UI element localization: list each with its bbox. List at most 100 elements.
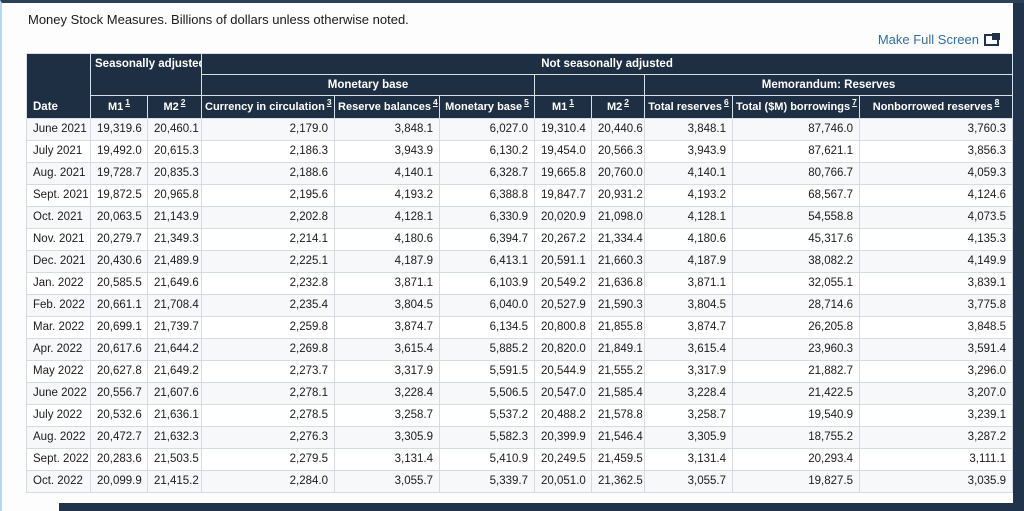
footnote-link-2b[interactable]: 2	[624, 97, 629, 107]
date-cell: Mar. 2022	[26, 316, 91, 339]
value-cell: 3,804.5	[644, 294, 734, 317]
footnote-link-1[interactable]: 1	[125, 97, 130, 107]
date-cell: Oct. 2022	[26, 470, 91, 493]
value-cell: 20,820.0	[534, 338, 593, 361]
value-cell: 20,544.9	[534, 360, 593, 383]
footnote-link-7[interactable]: 7	[852, 97, 857, 107]
money-stock-table-body: June 2021 19,319.6 20,460.1 2,179.0 3,848.1 6…	[26, 118, 1014, 493]
value-cell: 3,856.3	[859, 140, 1014, 163]
value-cell: 21,708.4	[146, 294, 203, 317]
value-cell: 21,607.6	[146, 382, 203, 405]
column-header-m2-sa: M2 2	[146, 95, 203, 119]
value-cell: 20,063.5	[90, 206, 148, 229]
value-cell: 21,422.5	[732, 382, 861, 405]
value-cell: 21,660.3	[591, 250, 646, 273]
footnote-link-6[interactable]: 6	[724, 97, 729, 107]
value-cell: 4,128.1	[644, 206, 734, 229]
table-row: July 2022 20,532.6 21,636.1 2,278.5 3,258.7 5…	[26, 404, 1014, 427]
column-header-date: Date	[26, 53, 91, 119]
value-cell: 3,055.7	[334, 470, 441, 493]
vertical-scrollbar[interactable]	[1013, 3, 1024, 511]
value-cell: 23,960.3	[732, 338, 861, 361]
value-cell: 20,931.2	[591, 184, 646, 207]
column-label: Total ($M) borrowings	[736, 101, 851, 113]
value-cell: 4,193.2	[644, 184, 734, 207]
value-cell: 21,739.7	[146, 316, 203, 339]
date-cell: Apr. 2022	[26, 338, 91, 361]
value-cell: 20,627.8	[90, 360, 148, 383]
date-cell: Dec. 2021	[26, 250, 91, 273]
header-row-groups-1: Date Seasonally adjusted Not seasonally …	[26, 53, 1014, 119]
table-row: Apr. 2022 20,617.6 21,644.2 2,269.8 3,615.4 5…	[26, 338, 1014, 361]
value-cell: 2,186.3	[201, 140, 336, 163]
value-cell: 3,111.1	[859, 448, 1014, 471]
value-cell: 4,073.5	[859, 206, 1014, 229]
value-cell: 19,827.5	[732, 470, 861, 493]
table-row: Sept. 2021 19,872.5 20,965.8 2,195.6 4,193.2…	[26, 184, 1014, 207]
value-cell: 21,362.5	[591, 470, 646, 493]
value-cell: 32,055.1	[732, 272, 861, 295]
footnote-link-5[interactable]: 5	[524, 97, 529, 107]
make-full-screen-link[interactable]: Make Full Screen	[878, 32, 1000, 47]
value-cell: 20,099.9	[90, 470, 148, 493]
make-full-screen-label: Make Full Screen	[877, 32, 979, 47]
footnote-link-2[interactable]: 2	[181, 97, 186, 107]
value-cell: 21,632.3	[146, 426, 203, 449]
column-header-m1-sa: M1 1	[90, 95, 148, 119]
value-cell: 21,334.4	[591, 228, 646, 251]
value-cell: 19,319.6	[90, 118, 148, 141]
value-cell: 3,943.9	[644, 140, 734, 163]
value-cell: 6,328.7	[439, 162, 536, 185]
header-monetary-base: Monetary base	[201, 74, 536, 96]
value-cell: 3,760.3	[859, 118, 1014, 141]
value-cell: 20,399.9	[534, 426, 593, 449]
footnote-link-8[interactable]: 8	[995, 97, 1000, 107]
table-header: Date Seasonally adjusted Not seasonally …	[26, 53, 1014, 119]
date-cell: July 2022	[26, 404, 91, 427]
value-cell: 20,835.3	[146, 162, 203, 185]
value-cell: 19,310.4	[534, 118, 593, 141]
value-cell: 2,202.8	[201, 206, 336, 229]
footnote-link-3[interactable]: 3	[327, 97, 332, 107]
date-cell: June 2022	[26, 382, 91, 405]
value-cell: 3,258.7	[334, 404, 441, 427]
value-cell: 19,847.7	[534, 184, 593, 207]
value-cell: 3,317.9	[334, 360, 441, 383]
column-label: Nonborrowed reserves	[872, 101, 993, 113]
value-cell: 20,617.6	[90, 338, 148, 361]
column-label: M1	[107, 101, 124, 113]
value-cell: 21,143.9	[146, 206, 203, 229]
value-cell: 6,134.5	[439, 316, 536, 339]
value-cell: 6,388.8	[439, 184, 536, 207]
value-cell: 19,492.0	[90, 140, 148, 163]
value-cell: 3,055.7	[644, 470, 734, 493]
value-cell: 5,410.9	[439, 448, 536, 471]
header-row-columns: M1 1 M2 2 Currency in circulation 3 Reserve…	[27, 95, 1014, 119]
footnote-link-4[interactable]: 4	[433, 97, 438, 107]
footnote-link-1b[interactable]: 1	[569, 97, 574, 107]
value-cell: 2,269.8	[201, 338, 336, 361]
value-cell: 4,128.1	[334, 206, 441, 229]
value-cell: 20,430.6	[90, 250, 148, 273]
value-cell: 20,249.5	[534, 448, 593, 471]
value-cell: 20,585.5	[90, 272, 148, 295]
value-cell: 19,665.8	[534, 162, 593, 185]
date-cell: July 2021	[26, 140, 91, 163]
value-cell: 2,188.6	[201, 162, 336, 185]
value-cell: 3,848.1	[644, 118, 734, 141]
value-cell: 3,871.1	[334, 272, 441, 295]
horizontal-scrollbar[interactable]	[59, 503, 1024, 511]
value-cell: 2,179.0	[201, 118, 336, 141]
value-cell: 3,207.0	[859, 382, 1014, 405]
value-cell: 20,460.1	[146, 118, 203, 141]
column-label: Total reserves	[648, 101, 723, 113]
value-cell: 4,187.9	[644, 250, 734, 273]
table-row: Jan. 2022 20,585.5 21,649.6 2,232.8 3,871.1 6…	[26, 272, 1014, 295]
value-cell: 21,644.2	[146, 338, 203, 361]
value-cell: 21,882.7	[732, 360, 861, 383]
value-cell: 4,059.3	[859, 162, 1014, 185]
value-cell: 28,714.6	[732, 294, 861, 317]
column-label: M1	[552, 101, 568, 113]
value-cell: 2,232.8	[201, 272, 336, 295]
value-cell: 54,558.8	[732, 206, 861, 229]
